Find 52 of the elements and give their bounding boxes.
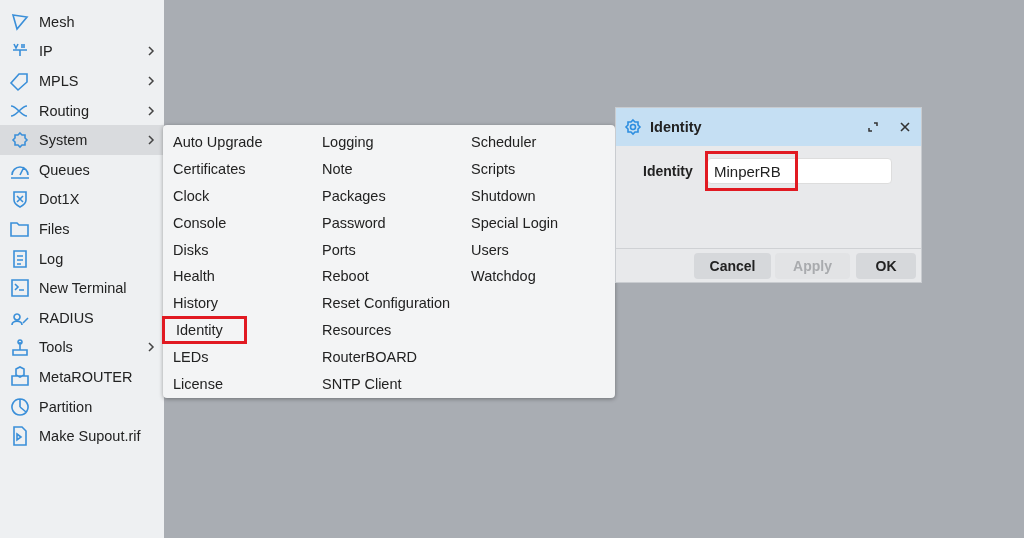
sidebar-item[interactable]: Dot1X — [0, 184, 164, 215]
menu-item[interactable]: Reset Configuration — [312, 289, 461, 317]
close-icon[interactable] — [899, 121, 911, 133]
menu-item[interactable]: Scheduler — [461, 129, 615, 156]
pie-icon — [9, 395, 31, 418]
menu-item[interactable]: Special Login — [461, 209, 615, 237]
sidebar-item[interactable]: Partition — [0, 391, 164, 422]
menu-item[interactable]: History — [163, 289, 312, 317]
menu-item[interactable]: Password — [312, 209, 461, 237]
dialog-button[interactable]: OK — [856, 252, 916, 279]
window-title: Identity — [650, 119, 703, 135]
sidebar-item[interactable]: Queues — [0, 154, 164, 185]
menu-item[interactable]: Scripts — [461, 155, 615, 183]
sidebar-item[interactable]: IP — [0, 36, 164, 67]
sidebar-item[interactable]: Files — [0, 214, 164, 244]
menu-item[interactable]: Shutdown — [461, 182, 615, 210]
field-label: Identity — [643, 163, 694, 179]
menu-item[interactable]: Identity — [163, 316, 246, 344]
tag-icon — [9, 70, 31, 92]
menu-item[interactable]: Health — [163, 263, 312, 290]
menu-item[interactable]: Certificates — [163, 155, 312, 183]
menu-item[interactable]: Watchdog — [461, 263, 615, 290]
menu-item[interactable]: Disks — [163, 236, 312, 263]
sidebar-item[interactable]: MetaROUTER — [0, 362, 164, 392]
sidebar-item[interactable]: Tools — [0, 332, 164, 363]
menu-item[interactable]: Resources — [312, 316, 461, 344]
menu-item[interactable]: Users — [461, 236, 615, 263]
menu-item[interactable]: Auto Upgrade — [163, 129, 312, 156]
sidebar-item[interactable]: New Terminal — [0, 273, 164, 303]
sidebar-item[interactable]: RADIUS — [0, 302, 164, 333]
menu-item[interactable]: License — [163, 370, 312, 397]
menu-item[interactable]: Note — [312, 155, 461, 183]
sidebar-item[interactable]: Routing — [0, 95, 164, 126]
sidebar-item[interactable]: System — [0, 125, 164, 155]
menu-item[interactable]: Ports — [312, 236, 461, 263]
sidebar-item[interactable]: Make Supout.rif — [0, 421, 164, 451]
menu-item[interactable]: Console — [163, 209, 312, 237]
input-field[interactable]: MinperRB — [707, 158, 892, 184]
dialog-button[interactable]: Cancel — [694, 252, 771, 279]
terminal-icon — [9, 277, 31, 300]
menu-item[interactable]: SNTP Client — [312, 370, 461, 397]
menu-item[interactable]: LEDs — [163, 343, 312, 371]
menu-item[interactable]: Packages — [312, 182, 461, 210]
gear-icon — [622, 116, 644, 138]
sidebar-item[interactable]: Log — [0, 243, 164, 274]
sidebar-item[interactable]: Mesh — [0, 7, 164, 37]
sidebar-item[interactable]: MPLS — [0, 66, 164, 96]
menu-item[interactable]: Reboot — [312, 263, 461, 290]
expand-icon[interactable] — [867, 121, 879, 133]
menu-item[interactable]: Clock — [163, 182, 312, 210]
menu-item[interactable]: Logging — [312, 129, 461, 156]
menu-item[interactable]: RouterBOARD — [312, 343, 461, 371]
